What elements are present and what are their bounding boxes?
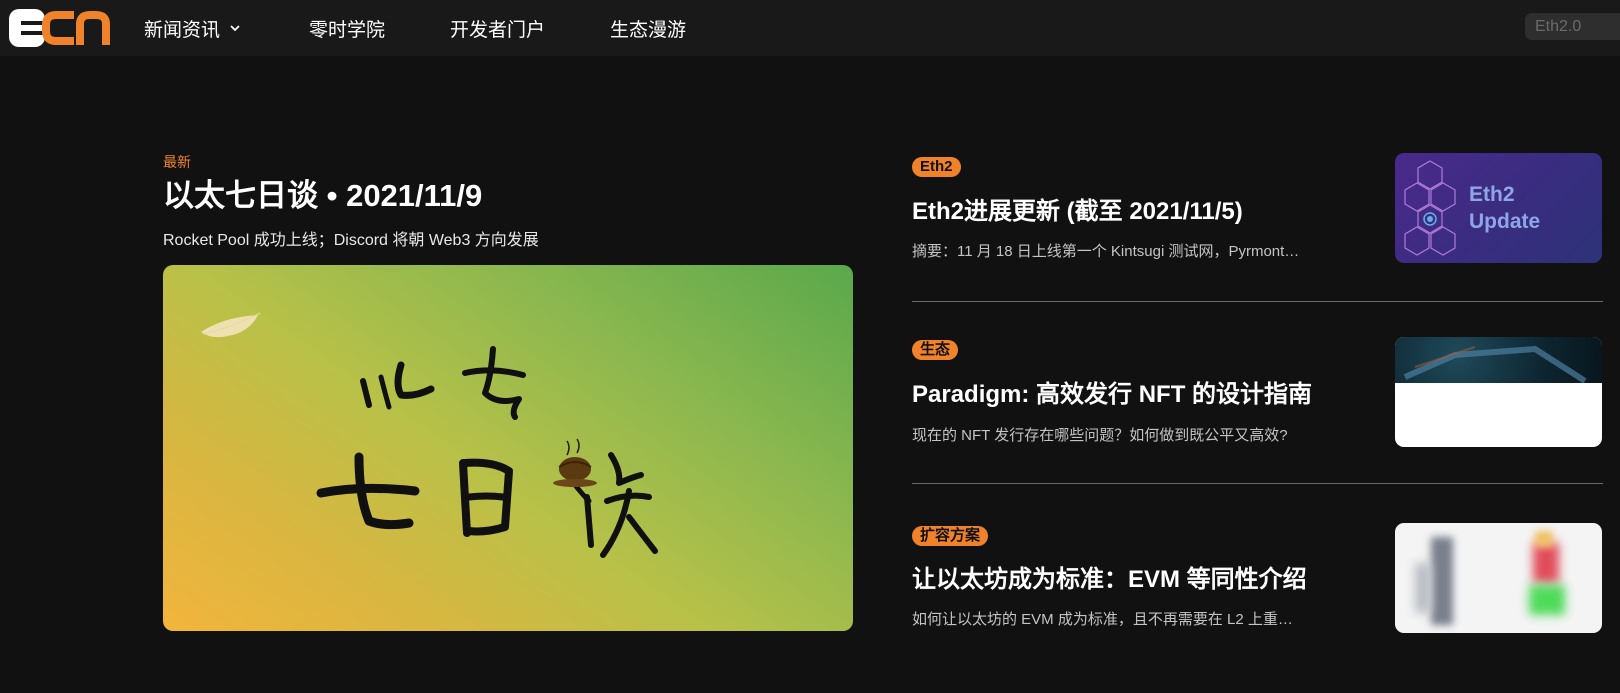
nav-ecosystem[interactable]: 生态漫游 [610, 0, 686, 56]
featured-image[interactable] [163, 265, 853, 631]
calligraphy-artwork [201, 312, 658, 558]
thumbnail-text-line-2: Update [1469, 210, 1541, 233]
thumbnail-text-line-1: Eth2 [1469, 183, 1515, 206]
article-title[interactable]: Paradigm: 高效发行 NFT 的设计指南 [912, 374, 1312, 409]
thumbnail-blur-figure-left [1431, 537, 1453, 625]
article-item[interactable]: Eth2 Eth2进展更新 (截至 2021/11/5) 摘要：11 月 18 … [912, 145, 1603, 323]
article-item[interactable]: 生态 Paradigm: 高效发行 NFT 的设计指南 现在的 NFT 发行存在… [912, 330, 1603, 508]
hexagon-graphic-icon [1404, 160, 1456, 256]
article-title[interactable]: Eth2进展更新 (截至 2021/11/5) [912, 191, 1243, 226]
article-tag[interactable]: Eth2 [912, 157, 961, 177]
thumbnail-pattern [1403, 345, 1587, 383]
thumbnail-blur-figure-right [1533, 543, 1559, 583]
featured-subtitle: Rocket Pool 成功上线；Discord 将朝 Web3 方向发展 [163, 232, 539, 249]
article-summary: 摘要：11 月 18 日上线第一个 Kintsugi 测试网，Pyrmont… [912, 243, 1300, 260]
article-summary: 如何让以太坊的 EVM 成为标准，且不再需要在 L2 上重… [912, 611, 1293, 628]
chevron-down-icon [230, 25, 240, 32]
featured-tag: 最新 [163, 154, 191, 170]
article-title[interactable]: 让以太坊成为标准：EVM 等同性介绍 [912, 559, 1307, 594]
nav-news-label: 新闻资讯 [144, 19, 221, 41]
divider [912, 483, 1603, 484]
nav-ecosystem-label: 生态漫游 [610, 19, 687, 41]
ecn-logo[interactable] [8, 8, 110, 48]
article-tag[interactable]: 生态 [912, 340, 959, 360]
divider [912, 301, 1603, 302]
search-input[interactable] [1525, 13, 1620, 40]
thumbnail-blur-shape [1415, 563, 1431, 613]
article-thumbnail[interactable]: Eth2 Update [1395, 153, 1602, 263]
article-summary: 现在的 NFT 发行存在哪些问题？如何做到既公平又高效? [912, 427, 1288, 444]
featured-title[interactable]: 以太七日谈 • 2021/11/9 [163, 170, 482, 215]
thumbnail-blur-green [1529, 585, 1565, 615]
nav-news[interactable]: 新闻资讯 [144, 0, 242, 56]
thumbnail-blur-yellow [1535, 531, 1553, 547]
nav-academy[interactable]: 零时学院 [309, 0, 385, 56]
nav-developer-portal[interactable]: 开发者门户 [450, 0, 545, 56]
article-tag[interactable]: 扩容方案 [912, 526, 989, 546]
nav-academy-label: 零时学院 [309, 19, 386, 41]
article-thumbnail[interactable] [1395, 523, 1602, 633]
nav-developer-portal-label: 开发者门户 [450, 19, 546, 41]
article-item[interactable]: 扩容方案 让以太坊成为标准：EVM 等同性介绍 如何让以太坊的 EVM 成为标准… [912, 515, 1603, 693]
article-thumbnail[interactable] [1395, 337, 1602, 447]
top-navbar: 新闻资讯 零时学院 开发者门户 生态漫游 [0, 0, 1620, 56]
